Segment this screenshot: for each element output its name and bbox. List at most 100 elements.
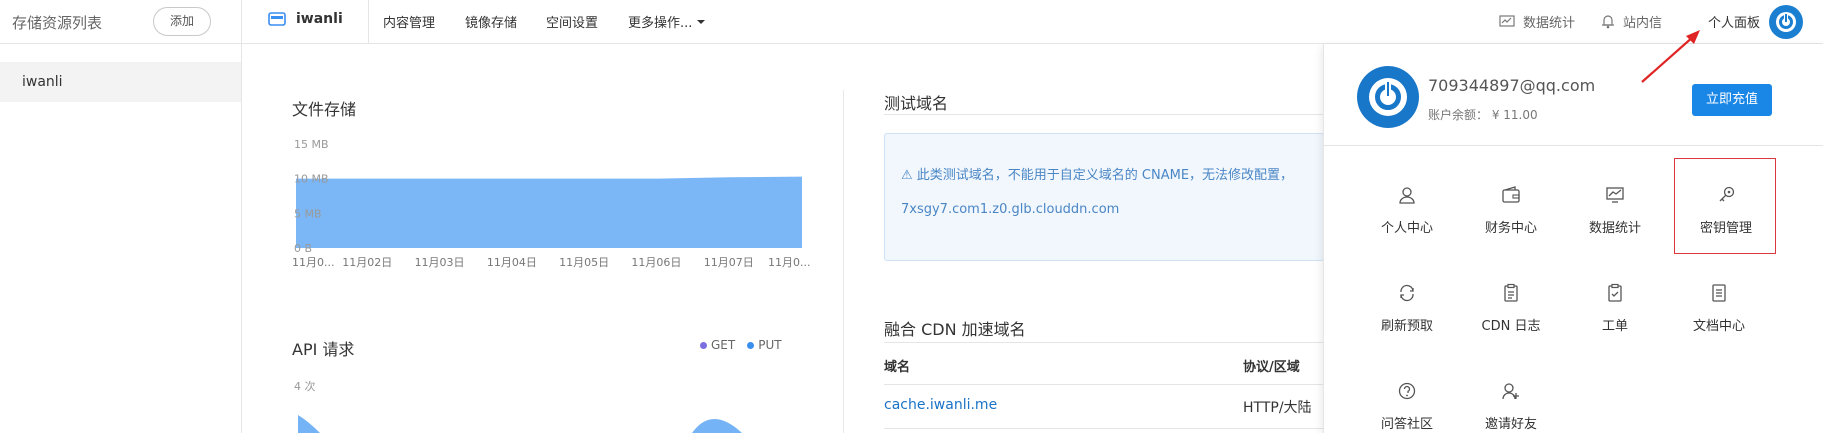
panel-item-label: CDN 日志 [1481,319,1541,334]
panel-item-key-management[interactable]: 密钥管理 [1674,158,1776,254]
nav-more-actions-label: 更多操作... [628,16,693,31]
caret-down-icon [697,19,706,24]
panel-item-label: 刷新预取 [1380,319,1433,334]
cdn-title-underline [884,342,1324,343]
cdn-header-underline [884,384,1324,385]
user-icon [1399,187,1415,204]
power-icon-bar [1784,13,1788,23]
refresh-icon [1400,284,1414,302]
test-domain-warning: ⚠ 此类测试域名，不能用于自定义域名的 CNAME，无法修改配置， [901,168,1294,183]
panel-item-label: 文档中心 [1692,319,1745,334]
stats-icon [1499,14,1515,27]
bucket-selector[interactable]: iwanli [268,10,343,28]
nav-mirror-storage[interactable]: 镜像存储 [465,12,517,31]
panel-balance: 账户余额： ¥ 11.00 [1428,108,1538,122]
sidebar: iwanli [0,44,242,433]
x-tick-label: 11月05日 [559,256,609,269]
panel-item-qa-community[interactable]: 问答社区 [1355,355,1459,433]
panel-item-cdn-log[interactable]: CDN 日志 [1459,257,1563,355]
y-tick-label: 0 B [294,242,312,255]
panel-power-icon-bar [1385,80,1391,98]
test-domain-info-box: ⚠ 此类测试域名，不能用于自定义域名的 CNAME，无法修改配置， 7xsgy7… [884,133,1324,261]
nav-content-management[interactable]: 内容管理 [383,12,435,31]
sidebar-item-iwanli[interactable]: iwanli [0,62,241,102]
personal-panel: 709344897@qq.com 账户余额： ¥ 11.00 立即充值 个人中心… [1323,44,1823,433]
ticket-icon [1608,283,1622,302]
cdn-col-protocol: 协议/区域 [1243,360,1300,375]
storage-area-series [296,176,802,248]
cdn-col-domain: 域名 [884,360,911,375]
test-domain-title: 测试域名 [884,94,949,113]
document-icon [1712,284,1726,302]
panel-item-data-stats[interactable]: 数据统计 [1563,159,1667,257]
panel-separator [1324,145,1823,146]
chart-icon [1606,187,1624,203]
x-tick-label: 11月0... [768,256,811,269]
panel-item-label: 个人中心 [1380,221,1433,236]
api-area-left [298,415,320,433]
panel-item-personal-center[interactable]: 个人中心 [1355,159,1459,257]
api-ytick-top: 4 次 [294,380,316,393]
x-tick-label: 11月07日 [704,256,754,269]
key-icon [1719,186,1735,202]
panel-item-label: 工单 [1601,319,1628,334]
avatar[interactable] [1769,5,1803,39]
y-tick-label: 15 MB [294,138,329,151]
stats-label: 数据统计 [1523,16,1576,31]
nav-space-settings[interactable]: 空间设置 [546,12,598,31]
header-stats-link[interactable]: 数据统计 [1499,12,1575,31]
panel-item-refresh-prefetch[interactable]: 刷新预取 [1355,257,1459,355]
panel-item-label: 密钥管理 [1699,221,1752,236]
api-legend: GET PUT [700,338,782,352]
panel-item-invite-friends[interactable]: 邀请好友 [1459,355,1563,433]
x-tick-label: 11月04日 [487,256,537,269]
storage-title: 文件存储 [292,100,357,119]
legend-dot-put [747,341,755,349]
resource-list-header: 存储资源列表 添加 [0,0,242,44]
y-tick-label: 5 MB [294,207,322,220]
question-icon [1398,382,1416,400]
column-divider [843,90,844,433]
resource-list-title: 存储资源列表 [12,14,103,32]
wallet-icon [1502,186,1520,203]
x-tick-label: 11月03日 [415,256,465,269]
cdn-row-underline [884,428,1324,429]
cdn-title: 融合 CDN 加速域名 [884,320,1026,339]
panel-item-label: 问答社区 [1380,417,1433,432]
x-tick-label: 11月0... [292,256,335,269]
panel-item-label: 邀请好友 [1484,417,1537,432]
test-domain-value[interactable]: 7xsgy7.com1.z0.glb.clouddn.com [901,202,1119,217]
legend-put: PUT [758,338,782,352]
x-tick-label: 11月06日 [631,256,681,269]
panel-item-label: 数据统计 [1588,221,1641,236]
panel-item-label: 财务中心 [1484,221,1537,236]
recharge-button[interactable]: 立即充值 [1692,84,1772,116]
bucket-icon [268,12,286,26]
add-button[interactable]: 添加 [153,7,211,36]
storage-chart: 15 MB10 MB5 MB0 B11月0... 11月02日 11月03日 11月0… [292,138,811,269]
top-header: 存储资源列表 添加 iwanli 内容管理 镜像存储 空间设置 更多操作... … [0,0,1823,44]
legend-dot-get [700,341,707,349]
panel-email: 709344897@qq.com [1428,76,1596,95]
bell-icon [1602,15,1614,29]
clipboard-icon [1504,283,1518,302]
test-domain-underline [884,114,1324,115]
panel-item-finance-center[interactable]: 财务中心 [1459,159,1563,257]
api-area-right [692,419,742,433]
y-tick-label: 10 MB [294,173,329,186]
api-title: API 请求 [292,340,355,359]
invite-icon [1502,383,1519,400]
bucket-name: iwanli [296,11,343,27]
cdn-row-domain[interactable]: cache.iwanli.me [884,397,997,413]
panel-item-ticket[interactable]: 工单 [1563,257,1667,355]
panel-avatar [1357,66,1419,128]
cdn-row-protocol: HTTP/大陆 [1243,400,1312,416]
personal-panel-link[interactable]: 个人面板 [1708,12,1760,31]
x-tick-label: 11月02日 [342,256,392,269]
header-divider [368,0,369,44]
nav-more-actions[interactable]: 更多操作... [628,12,706,31]
annotation-arrow-icon [1641,30,1700,83]
panel-item-doc-center[interactable]: 文档中心 [1667,257,1771,355]
api-chart [298,415,742,433]
legend-get: GET [711,338,736,352]
